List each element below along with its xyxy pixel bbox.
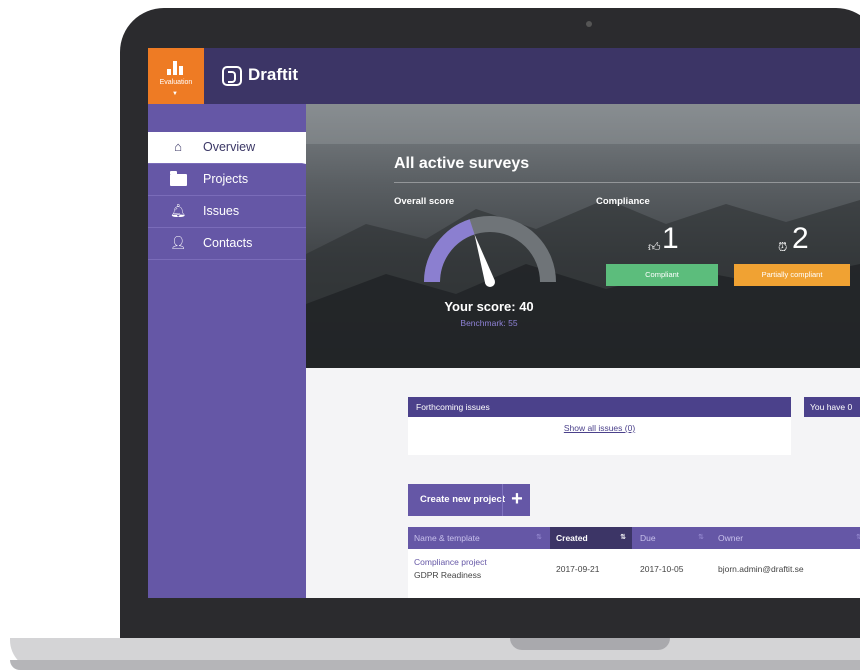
panel-title: Forthcoming issues — [416, 402, 490, 412]
folder-icon — [170, 171, 187, 186]
sort-icon: ⇅ — [856, 534, 860, 541]
due-date: 2017-10-05 — [640, 564, 684, 574]
column-header-owner[interactable]: Owner ⇅ — [712, 527, 860, 549]
button-label: Create new project — [420, 494, 505, 505]
sidebar-item-overview[interactable]: ⌂ Overview — [148, 132, 306, 164]
page-title: All active surveys — [394, 155, 530, 172]
column-label: Owner — [718, 533, 744, 543]
plus-icon: + — [502, 484, 531, 516]
sidebar: ⌂ Overview Projects 🔔︎ Issues 👤︎ Contact… — [148, 104, 306, 598]
caret-down-icon: ▼ — [172, 91, 178, 97]
sidebar-item-label: Projects — [203, 172, 249, 186]
forthcoming-issues-panel: Forthcoming issues Show all issues (0) — [408, 397, 791, 455]
top-bar: Evaluation ▼ Draftit — [148, 48, 860, 104]
panel-header: Forthcoming issues — [408, 397, 791, 417]
compliance-label: Compliance — [596, 196, 650, 207]
brand-name: Draftit — [248, 65, 299, 84]
column-header-created[interactable]: Created ⇅ — [550, 527, 632, 549]
sort-icon: ⇅ — [536, 534, 542, 541]
title-divider — [394, 182, 860, 183]
bar-chart-icon — [167, 61, 185, 75]
column-header-name[interactable]: Name & template ⇅ — [408, 527, 548, 549]
partially-compliant-count: 2 — [792, 222, 809, 255]
notice-panel-header: You have 0 — [804, 397, 860, 417]
owner-email: bjorn.admin@draftit.se — [718, 564, 804, 574]
draftit-logo-icon — [222, 66, 242, 86]
sort-icon: ⇅ — [620, 534, 626, 541]
main-content: Forthcoming issues Show all issues (0) Y… — [306, 368, 860, 598]
table-row[interactable]: Compliance project GDPR Readiness 2017-0… — [408, 549, 860, 598]
mountain-background — [306, 104, 860, 368]
laptop-base-edge — [10, 660, 860, 670]
sort-icon: ⇅ — [698, 534, 704, 541]
benchmark-text: Benchmark: 55 — [460, 318, 518, 328]
alarm-clock-icon: ⏰︎ — [778, 240, 788, 254]
evaluation-label: Evaluation — [159, 79, 193, 86]
sidebar-item-label: Contacts — [203, 236, 253, 250]
laptop-notch — [510, 638, 670, 650]
score-gauge — [424, 216, 556, 287]
thumbs-up-icon: 👍︎ — [648, 240, 661, 254]
column-label: Created — [556, 533, 588, 543]
bell-icon: 🔔︎ — [170, 203, 187, 218]
sidebar-item-label: Overview — [203, 140, 256, 154]
home-icon: ⌂ — [174, 139, 182, 154]
camera-dot — [586, 21, 592, 27]
compliant-count: 1 — [662, 222, 679, 255]
created-date: 2017-09-21 — [556, 564, 600, 574]
overall-score-label: Overall score — [394, 196, 455, 207]
create-new-project-button[interactable]: Create new project + — [408, 484, 530, 516]
show-all-issues-link[interactable]: Show all issues (0) — [408, 423, 791, 433]
app-screen: Evaluation ▼ Draftit ⌂ Overview Projects… — [148, 48, 860, 598]
overview-hero: All active surveys Overall score Complia… — [306, 104, 860, 368]
column-header-due[interactable]: Due ⇅ — [634, 527, 710, 549]
column-label: Due — [640, 533, 656, 543]
column-label: Name & template — [414, 533, 480, 543]
partially-compliant-badge[interactable]: Partially compliant — [734, 264, 850, 286]
evaluation-menu-button[interactable]: Evaluation ▼ — [148, 48, 204, 104]
sidebar-item-contacts[interactable]: 👤︎ Contacts — [148, 228, 306, 260]
compliant-badge[interactable]: Compliant — [606, 264, 718, 286]
sidebar-item-label: Issues — [203, 204, 240, 218]
your-score: Your score: 40 — [444, 299, 534, 314]
person-icon: 👤︎ — [170, 235, 187, 250]
projects-table-header: Name & template ⇅ Created ⇅ Due ⇅ Owner ⇅ — [408, 527, 860, 549]
project-name-link[interactable]: Compliance project — [414, 557, 487, 567]
project-template: GDPR Readiness — [414, 570, 482, 580]
sidebar-item-projects[interactable]: Projects — [148, 164, 306, 196]
sidebar-item-issues[interactable]: 🔔︎ Issues — [148, 196, 306, 228]
